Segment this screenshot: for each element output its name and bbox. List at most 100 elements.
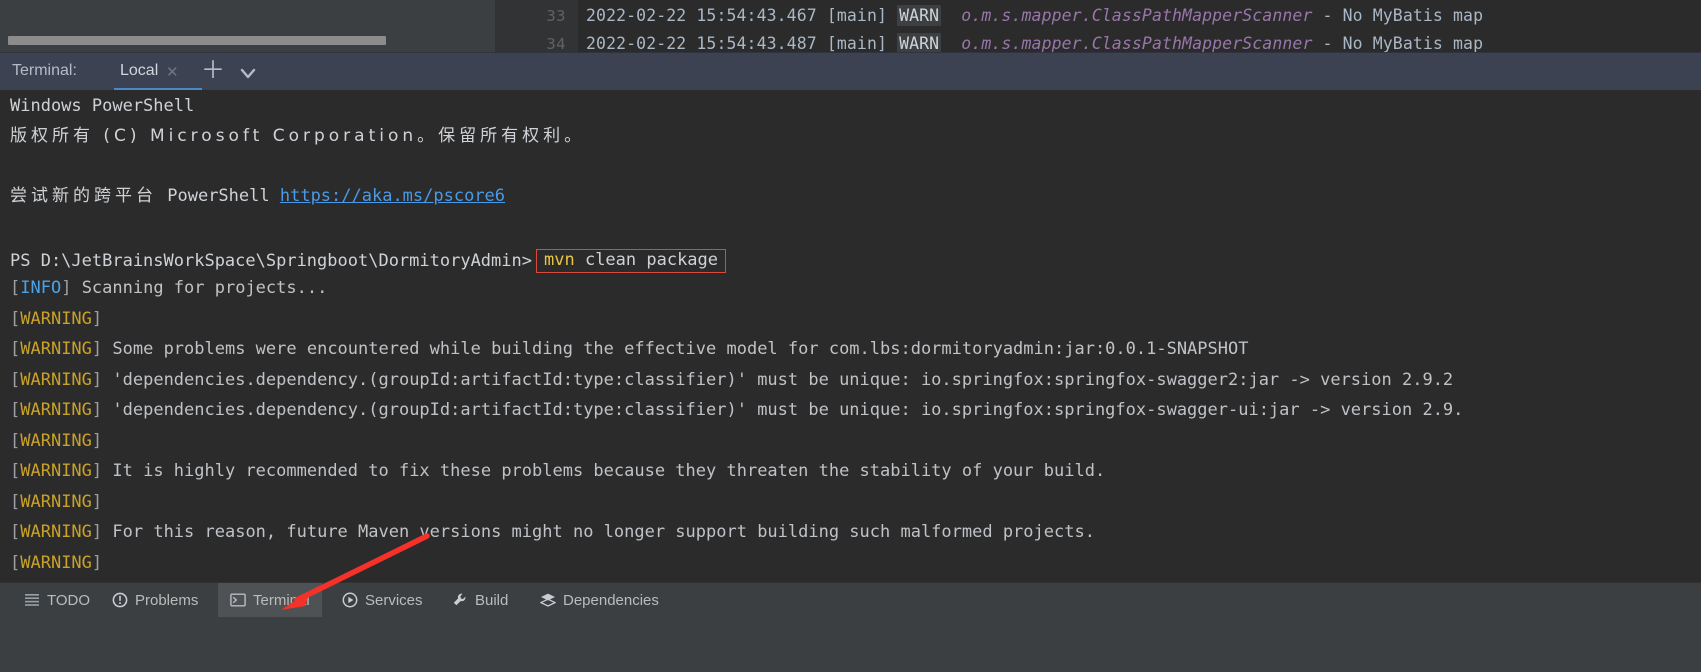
log-thread: [main]	[826, 34, 888, 52]
tool-window-tab-label: Dependencies	[563, 591, 659, 609]
output-level-tag: INFO	[20, 278, 62, 298]
terminal-output-line: [WARNING] Some problems were encountered…	[10, 341, 1248, 358]
try-new-prefix: 尝试新的跨平台	[10, 186, 157, 206]
output-bracket-open: [	[10, 461, 21, 481]
output-bracket-open: [	[10, 552, 21, 573]
output-bracket-open: [	[10, 491, 21, 512]
terminal-tab-label: Local	[120, 62, 159, 79]
command-args: clean package	[584, 250, 719, 270]
output-bracket-open: [	[10, 369, 21, 390]
log-logger: o.m.s.mapper.ClassPathMapperScanner	[961, 34, 1313, 52]
dependencies-icon	[539, 592, 557, 608]
tool-window-tab-label: Build	[475, 591, 509, 609]
output-bracket-close: ]	[91, 369, 103, 390]
terminal-header: Terminal: Local ✕ ＋	[0, 52, 1701, 91]
log-level: WARN	[897, 5, 942, 26]
log-separator: -	[1322, 6, 1333, 25]
output-bracket-close: ]	[61, 278, 72, 298]
log-level: WARN	[897, 33, 942, 52]
output-bracket-close: ]	[91, 339, 103, 359]
terminal-output-area[interactable]: Windows PowerShell 版权所有 (C) Microsoft Co…	[0, 90, 1701, 582]
terminal-try-new-line: 尝试新的跨平台 PowerShell https://aka.ms/pscore…	[10, 188, 505, 205]
terminal-output-line: [WARNING]	[10, 308, 103, 329]
terminal-copyright: 版权所有 (C) Microsoft Corporation。保留所有权利。	[10, 126, 586, 146]
tool-window-tab-build[interactable]: Build	[440, 583, 520, 617]
horizontal-scrollbar-thumb[interactable]	[8, 36, 386, 45]
output-level-tag: WARNING	[20, 522, 92, 542]
output-bracket-open: [	[10, 400, 21, 420]
terminal-banner-title: Windows PowerShell	[10, 96, 195, 116]
console-strip: 33 34 2022-02-22 15:54:43.467 [main] WAR…	[0, 0, 1701, 52]
output-bracket-close: ]	[91, 400, 103, 420]
output-bracket-close: ]	[91, 430, 103, 451]
output-bracket-open: [	[10, 278, 21, 298]
output-level-tag: WARNING	[20, 400, 92, 420]
services-icon	[342, 592, 358, 608]
output-message: Some problems were encountered while bui…	[102, 339, 1249, 359]
terminal-title-label: Terminal:	[12, 62, 77, 79]
tool-window-tab-label: Problems	[135, 591, 199, 609]
terminal-output-line: [WARNING] 'dependencies.dependency.(grou…	[10, 369, 1454, 390]
build-icon	[452, 592, 468, 608]
tool-window-bar: TODO Problems Terminal Services Build Depende…	[0, 582, 1701, 672]
output-level-tag: WARNING	[20, 308, 92, 329]
terminal-output-line: [WARNING] 'dependencies.dependency.(grou…	[10, 402, 1463, 419]
output-level-tag: WARNING	[20, 461, 92, 481]
output-bracket-open: [	[10, 308, 21, 329]
output-bracket-close: ]	[91, 308, 103, 329]
close-icon[interactable]: ✕	[166, 63, 179, 81]
terminal-prompt-line: PS D:\JetBrainsWorkSpace\Springboot\Dorm…	[10, 249, 727, 274]
terminal-output-line: [WARNING] It is highly recommended to fi…	[10, 463, 1105, 480]
terminal-output-line: [WARNING] For this reason, future Maven …	[10, 524, 1095, 541]
output-message: 'dependencies.dependency.(groupId:artifa…	[102, 400, 1464, 420]
log-thread: [main]	[826, 6, 888, 25]
output-level-tag: WARNING	[20, 552, 92, 573]
try-new-shell: PowerShell	[167, 186, 270, 206]
output-level-tag: WARNING	[20, 339, 92, 359]
output-message: For this reason, future Maven versions m…	[102, 522, 1095, 542]
console-text-area[interactable]: 2022-02-22 15:54:43.467 [main] WARN o.m.…	[578, 0, 1701, 52]
output-bracket-open: [	[10, 339, 21, 359]
terminal-tab-local[interactable]: Local	[110, 53, 202, 91]
tool-window-tab-label: Terminal	[253, 591, 310, 609]
terminal-output-line: [INFO] Scanning for projects...	[10, 280, 327, 297]
tool-window-tab-label: Services	[365, 591, 423, 609]
terminal-output-line: [WARNING]	[10, 491, 103, 512]
log-timestamp: 2022-02-22 15:54:43.487	[586, 34, 817, 52]
output-message: It is highly recommended to fix these pr…	[102, 461, 1106, 481]
output-bracket-close: ]	[91, 522, 103, 542]
output-message: Scanning for projects...	[71, 278, 328, 298]
output-bracket-close: ]	[91, 491, 103, 512]
console-left-pane	[0, 0, 495, 52]
console-gutter: 33 34	[495, 0, 578, 52]
tool-window-tab-label: TODO	[47, 591, 91, 609]
log-message: No MyBatis map	[1342, 34, 1484, 52]
console-log-line: 2022-02-22 15:54:43.467 [main] WARN o.m.…	[586, 5, 1483, 26]
gutter-line-number: 34	[546, 35, 566, 52]
log-separator: -	[1322, 34, 1333, 52]
gutter-line-number: 33	[546, 7, 566, 25]
tool-window-tab-dependencies[interactable]: Dependencies	[528, 583, 671, 617]
tool-window-tab-problems[interactable]: Problems	[100, 583, 210, 617]
todo-icon	[24, 592, 40, 608]
console-log-line: 2022-02-22 15:54:43.487 [main] WARN o.m.…	[586, 33, 1484, 52]
output-message: 'dependencies.dependency.(groupId:artifa…	[102, 369, 1454, 390]
pscore6-link[interactable]: https://aka.ms/pscore6	[280, 186, 505, 206]
add-tab-icon[interactable]: ＋	[200, 59, 226, 85]
shell-prompt: PS D:\JetBrainsWorkSpace\Springboot\Dorm…	[10, 251, 532, 271]
tool-window-tab-terminal[interactable]: Terminal	[218, 583, 322, 617]
chevron-down-icon[interactable]	[236, 62, 260, 84]
executed-command-highlight: mvn clean package	[535, 249, 727, 273]
tool-window-tab-services[interactable]: Services	[330, 583, 435, 617]
output-level-tag: WARNING	[20, 491, 92, 512]
output-bracket-open: [	[10, 522, 21, 542]
tool-window-tab-todo[interactable]: TODO	[12, 583, 102, 617]
terminal-icon	[230, 592, 246, 608]
output-bracket-open: [	[10, 430, 21, 451]
command-keyword: mvn	[543, 250, 575, 270]
log-timestamp: 2022-02-22 15:54:43.467	[586, 6, 817, 25]
problems-icon	[112, 592, 128, 608]
terminal-output-line: [WARNING]	[10, 552, 102, 573]
output-level-tag: WARNING	[20, 369, 92, 390]
terminal-output-line: [WARNING]	[10, 430, 103, 451]
